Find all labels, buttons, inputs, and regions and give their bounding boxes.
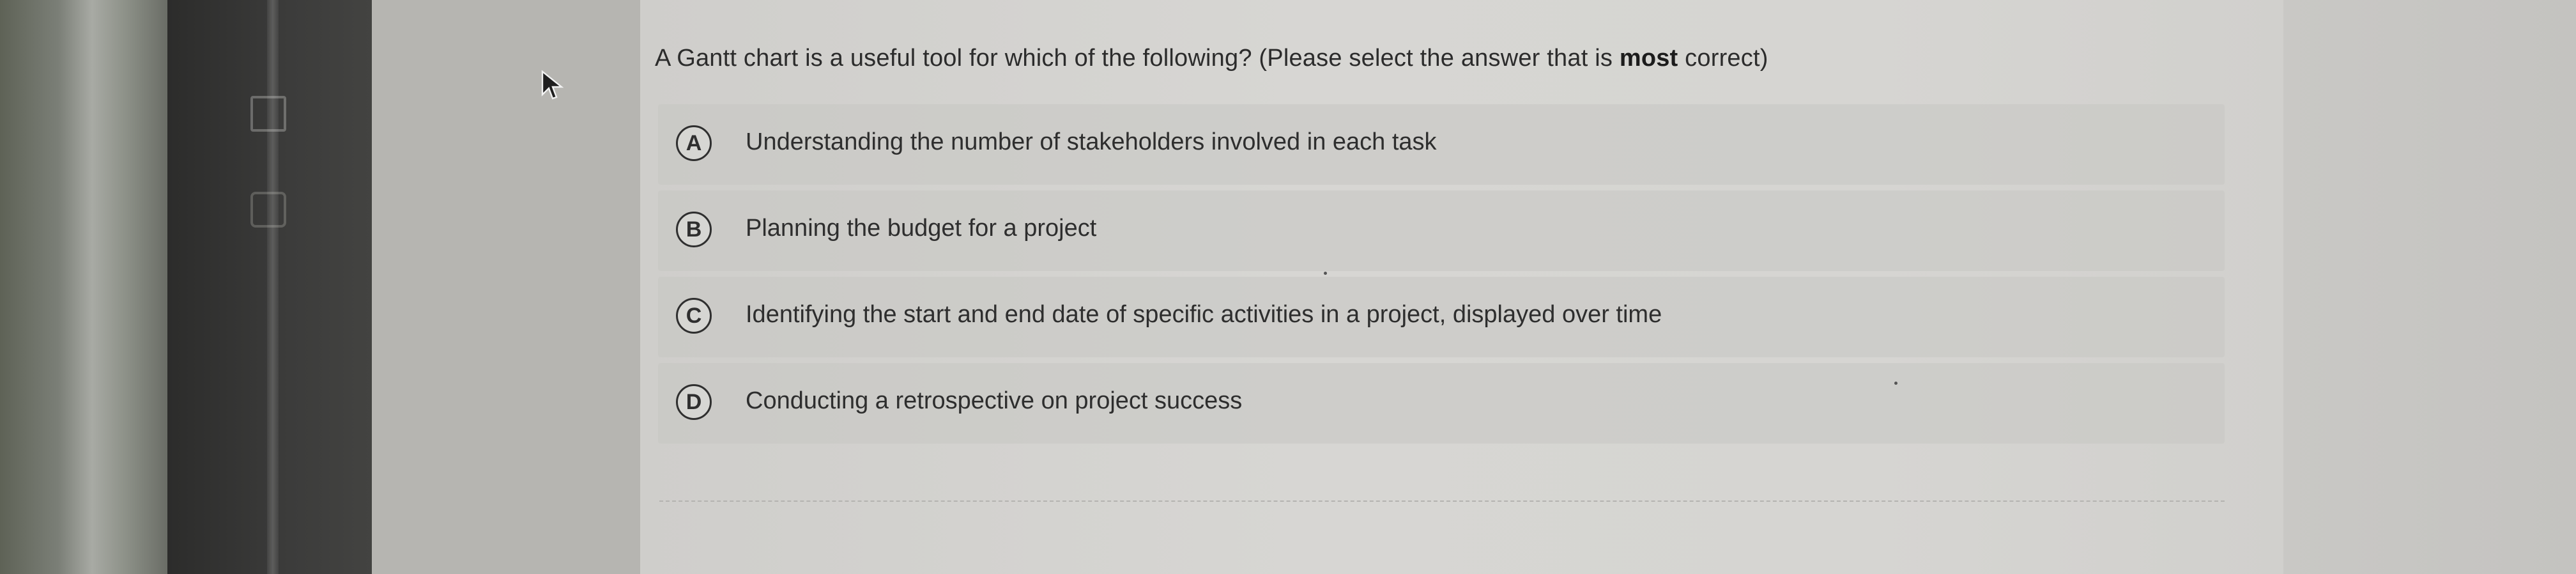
photo-of-screen: A Gantt chart is a useful tool for which… — [0, 0, 2576, 574]
option-text-c: Identifying the start and end date of sp… — [746, 301, 1662, 328]
reflection-glyph — [250, 96, 286, 132]
background-bezel — [0, 0, 167, 574]
question-prefix: A Gantt chart is a useful tool for which… — [655, 45, 1620, 72]
section-divider — [659, 500, 2225, 502]
option-letter-d: D — [676, 384, 712, 420]
answer-option-d[interactable]: D Conducting a retrospective on project … — [658, 363, 2225, 444]
option-letter-c: C — [676, 298, 712, 334]
monitor-frame-highlight — [267, 0, 279, 574]
page-left-margin — [372, 0, 640, 574]
answer-option-a[interactable]: A Understanding the number of stakeholde… — [658, 104, 2225, 185]
option-text-a: Understanding the number of stakeholders… — [746, 128, 1437, 155]
question-text: A Gantt chart is a useful tool for which… — [655, 45, 1768, 72]
question-suffix: correct) — [1678, 45, 1768, 72]
option-letter-a: A — [676, 125, 712, 161]
question-emphasis: most — [1619, 45, 1678, 72]
reflection-glyph — [250, 192, 286, 228]
mouse-pointer-icon — [541, 70, 564, 100]
answer-option-b[interactable]: B Planning the budget for a project — [658, 190, 2225, 271]
option-text-d: Conducting a retrospective on project su… — [746, 387, 1243, 414]
option-letter-b: B — [676, 212, 712, 247]
screen-speck — [1894, 382, 1897, 385]
page-right-margin — [2283, 0, 2576, 574]
answer-option-c[interactable]: C Identifying the start and end date of … — [658, 277, 2225, 357]
option-text-b: Planning the budget for a project — [746, 215, 1097, 242]
screen-speck — [1324, 272, 1327, 275]
